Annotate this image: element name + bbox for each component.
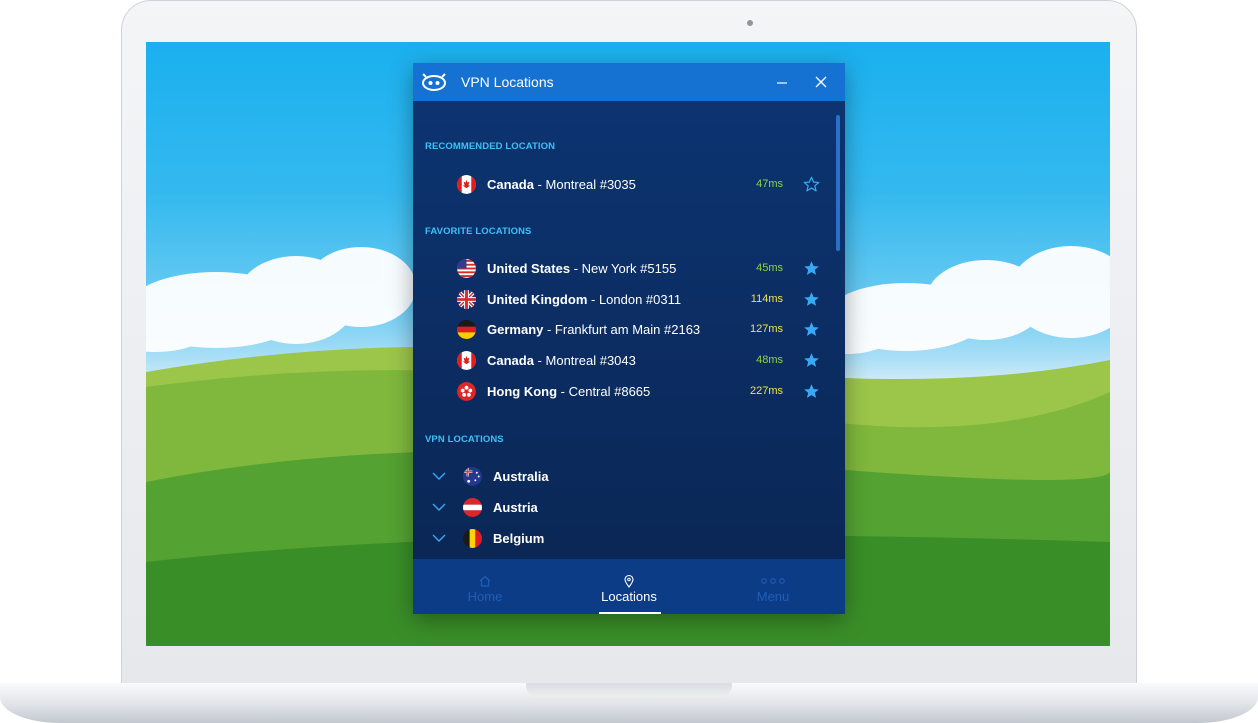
country-row[interactable]: Belgium xyxy=(413,523,833,553)
latency-value: 48ms xyxy=(756,354,783,366)
country-row[interactable]: Austria xyxy=(413,492,833,522)
nav-locations[interactable]: Locations xyxy=(557,559,701,614)
location-server: - London #0311 xyxy=(587,291,682,307)
nav-menu[interactable]: Menu xyxy=(701,559,845,614)
latency-value: 227ms xyxy=(749,385,783,397)
star-filled-icon[interactable] xyxy=(803,321,820,338)
location-label: Canada - Montreal #3035 xyxy=(487,177,636,192)
active-tab-indicator xyxy=(599,612,661,614)
app-logo-icon xyxy=(422,73,446,91)
location-row[interactable]: Canada - Montreal #3043 48ms xyxy=(413,345,833,375)
nav-locations-label: Locations xyxy=(601,588,657,604)
austria-flag-icon xyxy=(463,497,482,517)
location-row[interactable]: United Kingdom - London #0311 114ms xyxy=(413,284,833,314)
location-country: Canada xyxy=(487,176,534,192)
us-flag-icon xyxy=(457,258,476,278)
location-country: Canada xyxy=(487,352,534,368)
chevron-down-icon[interactable] xyxy=(432,502,446,512)
locations-list[interactable]: RECOMMENDED LOCATION Canada - Montreal #… xyxy=(413,101,845,559)
webcam xyxy=(747,20,753,26)
location-server: - Montreal #3035 xyxy=(533,176,636,192)
location-label: Hong Kong - Central #8665 xyxy=(487,384,650,399)
location-label: Canada - Montreal #3043 xyxy=(487,353,636,368)
laptop-notch xyxy=(526,683,732,697)
location-server: - Central #8665 xyxy=(557,383,651,399)
australia-flag-icon xyxy=(463,466,482,486)
latency-value: 47ms xyxy=(756,178,783,190)
location-row[interactable]: Canada - Montreal #3035 47ms xyxy=(413,169,833,199)
location-label: United Kingdom - London #0311 xyxy=(487,292,681,307)
hongkong-flag-icon xyxy=(457,381,476,401)
country-row[interactable]: Australia xyxy=(413,461,833,491)
canada-flag-icon xyxy=(457,350,476,370)
location-country: United Kingdom xyxy=(487,291,588,307)
favorites-header: FAVORITE LOCATIONS xyxy=(425,226,532,237)
window-titlebar[interactable]: VPN Locations xyxy=(413,63,845,101)
location-label: United States - New York #5155 xyxy=(487,261,676,276)
star-filled-icon[interactable] xyxy=(803,352,820,369)
location-server: - Montreal #3043 xyxy=(533,352,636,368)
location-pin-icon xyxy=(624,574,634,588)
close-button[interactable] xyxy=(802,63,840,101)
location-row[interactable]: Hong Kong - Central #8665 227ms xyxy=(413,376,833,406)
minimize-button[interactable] xyxy=(763,63,801,101)
latency-value: 114ms xyxy=(750,293,783,305)
location-server: - New York #5155 xyxy=(570,260,677,276)
location-server: - Frankfurt am Main #2163 xyxy=(543,321,701,337)
recommended-header: RECOMMENDED LOCATION xyxy=(425,141,556,152)
nav-home-label: Home xyxy=(467,588,503,604)
belgium-flag-icon xyxy=(463,528,482,548)
location-row[interactable]: United States - New York #5155 45ms xyxy=(413,253,833,283)
country-name: Australia xyxy=(493,468,549,484)
chevron-down-icon[interactable] xyxy=(432,471,446,481)
latency-value: 45ms xyxy=(756,262,783,274)
bottom-navigation: Home Locations Menu xyxy=(413,559,845,614)
star-outline-icon[interactable] xyxy=(803,176,820,193)
vpn-locations-window: VPN Locations RECOMMENDED LOCATION Canad… xyxy=(413,63,845,614)
latency-value: 127ms xyxy=(749,323,783,335)
location-label: Germany - Frankfurt am Main #2163 xyxy=(487,322,700,337)
more-dots-icon xyxy=(761,577,785,584)
uk-flag-icon xyxy=(457,289,476,309)
star-filled-icon[interactable] xyxy=(803,260,820,277)
home-icon xyxy=(479,575,491,587)
country-name: Austria xyxy=(493,499,538,515)
country-name: Belgium xyxy=(493,530,545,546)
nav-home[interactable]: Home xyxy=(413,559,557,614)
vpn-locations-header: VPN LOCATIONS xyxy=(425,434,504,445)
scrollbar-thumb[interactable] xyxy=(836,115,840,251)
nav-menu-label: Menu xyxy=(756,588,790,604)
location-country: Germany xyxy=(487,321,544,337)
minimize-icon xyxy=(777,82,787,84)
close-icon xyxy=(815,76,827,88)
germany-flag-icon xyxy=(457,319,476,339)
star-filled-icon[interactable] xyxy=(803,291,820,308)
chevron-down-icon[interactable] xyxy=(432,533,446,543)
location-row[interactable]: Germany - Frankfurt am Main #2163 127ms xyxy=(413,314,833,344)
window-title: VPN Locations xyxy=(461,74,554,90)
location-country: United States xyxy=(487,260,571,276)
location-country: Hong Kong xyxy=(487,383,558,399)
star-filled-icon[interactable] xyxy=(803,383,820,400)
canada-flag-icon xyxy=(457,174,476,194)
